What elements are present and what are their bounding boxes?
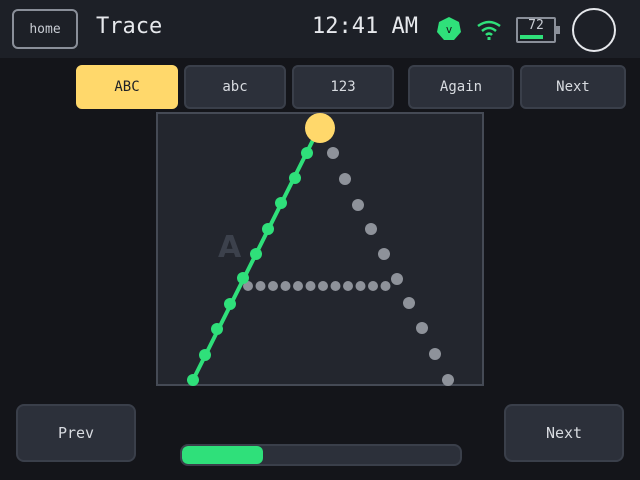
mode-lowercase-button[interactable]: abc: [184, 65, 286, 109]
page-title: Trace: [96, 14, 163, 39]
top-bar: home Trace 12:41 AM v 72: [0, 0, 640, 58]
status-badge-label: v: [446, 23, 453, 36]
prev-button[interactable]: Prev: [16, 404, 136, 462]
mode-uppercase-button[interactable]: ABC: [76, 65, 178, 109]
wifi-icon: [477, 20, 501, 40]
battery-fill: [520, 35, 543, 39]
next-button[interactable]: Next: [504, 404, 624, 462]
home-button[interactable]: home: [12, 9, 78, 49]
progress-bar: [180, 444, 462, 466]
next-letter-button[interactable]: Next: [520, 65, 626, 109]
again-button[interactable]: Again: [408, 65, 514, 109]
battery-level: 72: [528, 18, 544, 33]
progress-fill: [182, 446, 263, 464]
mode-numbers-button[interactable]: 123: [292, 65, 394, 109]
status-badge-icon: v: [437, 17, 461, 40]
trace-canvas[interactable]: [156, 112, 484, 386]
profile-avatar[interactable]: [572, 8, 616, 52]
clock: 12:41 AM: [312, 14, 418, 39]
battery-icon: 72: [516, 17, 560, 43]
guide-letter: A: [218, 230, 242, 265]
